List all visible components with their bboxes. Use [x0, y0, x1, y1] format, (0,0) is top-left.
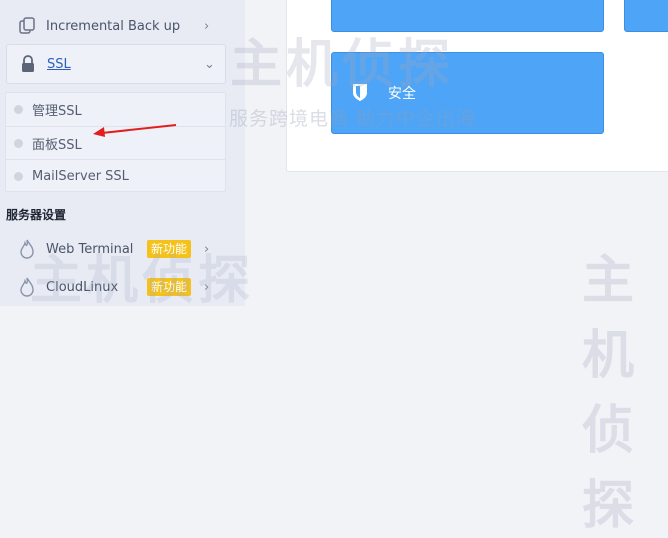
new-feature-badge: 新功能 — [147, 240, 192, 258]
chevron-down-icon: ⌄ — [204, 56, 215, 72]
flame-icon — [17, 239, 37, 259]
feature-tile[interactable] — [331, 0, 604, 32]
backup-copy-icon — [17, 16, 37, 36]
submenu-item-mailserver-ssl[interactable]: MailServer SSL — [6, 159, 225, 192]
lock-icon — [18, 54, 38, 74]
sidebar-item-web-terminal[interactable]: Web Terminal 新功能 › — [0, 231, 230, 267]
watermark-title: 主机侦探 — [582, 251, 635, 536]
submenu-item-label: 面板SSL — [32, 137, 82, 153]
sidebar: Incremental Back up › SSL ⌄ 管理SSL 面板SSL … — [0, 0, 245, 306]
feature-tile[interactable] — [624, 0, 668, 32]
sidebar-item-label: SSL — [47, 56, 71, 72]
ssl-submenu: 管理SSL 面板SSL MailServer SSL — [5, 92, 226, 192]
sidebar-item-label: Web Terminal — [46, 241, 134, 257]
security-tile[interactable]: 安全 — [331, 52, 604, 134]
sidebar-item-incremental-backup[interactable]: Incremental Back up › — [0, 8, 230, 44]
chevron-right-icon: › — [204, 279, 210, 295]
bullet-icon — [14, 138, 23, 148]
sidebar-item-cloudlinux[interactable]: CloudLinux 新功能 › — [0, 269, 230, 305]
sidebar-item-label: CloudLinux — [46, 279, 119, 295]
submenu-item-manage-ssl[interactable]: 管理SSL — [6, 93, 225, 125]
chevron-right-icon: › — [204, 18, 210, 34]
submenu-item-label: 管理SSL — [32, 103, 82, 119]
section-heading-server-settings: 服务器设置 — [6, 208, 67, 222]
bullet-icon — [14, 171, 23, 181]
sidebar-item-label: Incremental Back up — [46, 18, 181, 34]
shield-icon — [352, 82, 368, 106]
flame-icon — [17, 277, 37, 297]
chevron-right-icon: › — [204, 241, 210, 257]
red-arrow-annotation — [93, 124, 177, 137]
submenu-item-label: MailServer SSL — [32, 168, 129, 184]
sidebar-item-ssl[interactable]: SSL ⌄ — [6, 44, 226, 84]
new-feature-badge: 新功能 — [147, 278, 192, 296]
bullet-icon — [14, 104, 23, 114]
security-tile-label: 安全 — [388, 86, 416, 102]
